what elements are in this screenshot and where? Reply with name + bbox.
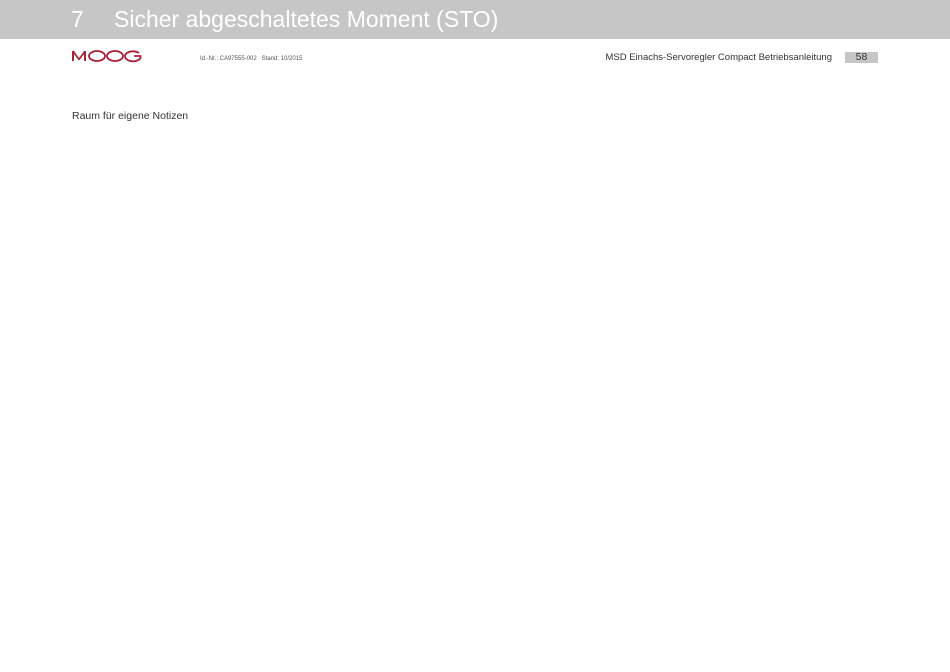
chapter-header-bar: 7 Sicher abgeschaltetes Moment (STO) [0, 0, 950, 39]
notes-label: Raum für eigene Notizen [72, 110, 189, 122]
manual-title: MSD Einachs-Servoregler Compact Betriebs… [605, 52, 832, 63]
document-status: Stand: 10/2015 [261, 56, 303, 62]
moog-logo-icon [72, 50, 142, 63]
document-id: Id.-Nr.: CA97555-002 [200, 56, 257, 62]
document-id-and-status: Id.-Nr.: CA97555-002 Stand: 10/2015 [200, 55, 302, 63]
chapter-title: Sicher abgeschaltetes Moment (STO) [114, 6, 499, 32]
chapter-number: 7 [71, 6, 84, 32]
page-number: 58 [845, 52, 878, 63]
